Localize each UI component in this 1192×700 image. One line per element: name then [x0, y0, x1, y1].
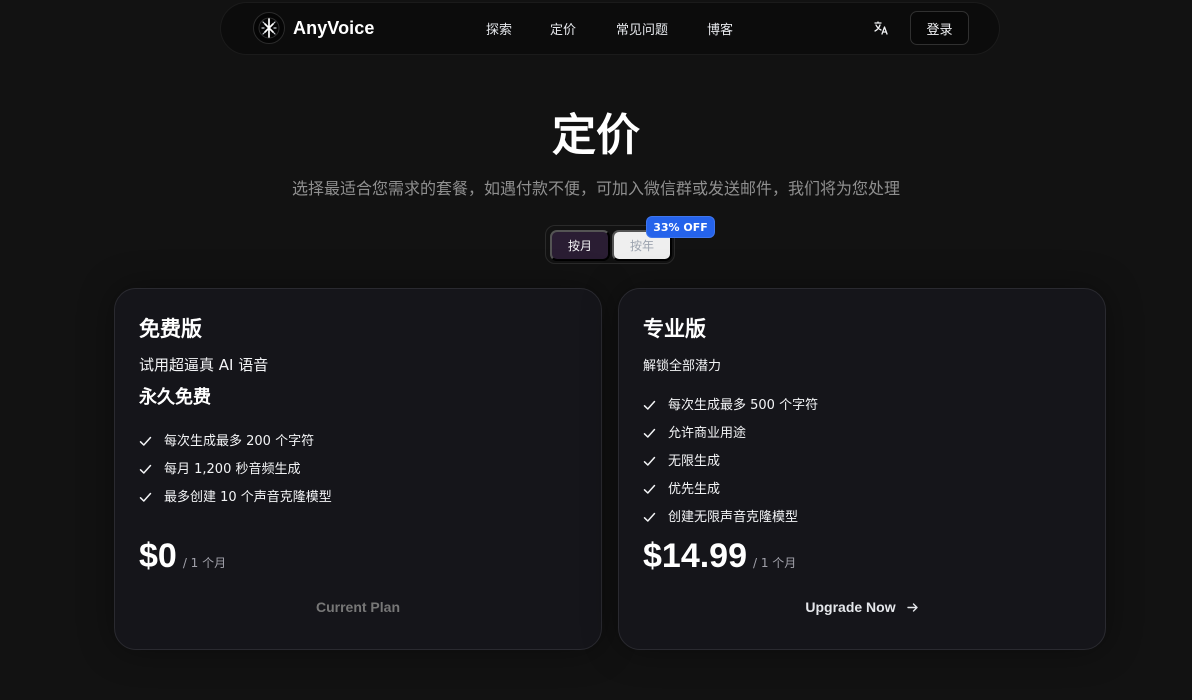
billing-period: / 1 个月	[182, 556, 227, 570]
login-button[interactable]: 登录	[910, 11, 969, 45]
top-navigation: AnyVoice 探索 定价 常见问题 博客 登录	[221, 3, 999, 54]
nav-blog[interactable]: 博客	[707, 19, 747, 38]
feature-item: 每次生成最多 500 个字符	[643, 391, 818, 419]
feature-label: 优先生成	[668, 481, 721, 497]
nav-faq[interactable]: 常见问题	[616, 19, 707, 38]
billing-period: / 1 个月	[753, 556, 797, 570]
feature-item: 优先生成	[643, 475, 818, 503]
check-icon	[643, 512, 656, 522]
monthly-billing-option[interactable]: 按月	[550, 230, 610, 261]
upgrade-now-button[interactable]: Upgrade Now	[619, 592, 1105, 622]
page-subtitle: 选择最适合您需求的套餐，如遇付款不便，可加入微信群或发送邮件，我们将为您处理	[291, 179, 900, 198]
feature-label: 无限生成	[668, 453, 721, 469]
upgrade-now-label: Upgrade Now	[805, 599, 896, 615]
price-row: $0 / 1 个月	[139, 536, 226, 576]
feature-item: 允许商业用途	[643, 419, 818, 447]
feature-item: 每次生成最多 200 个字符	[139, 427, 332, 455]
nav-pricing[interactable]: 定价	[550, 19, 616, 38]
current-plan-button[interactable]: Current Plan	[115, 592, 601, 622]
feature-label: 创建无限声音克隆模型	[668, 509, 799, 525]
feature-label: 最多创建 10 个声音克隆模型	[164, 489, 332, 505]
feature-label: 每次生成最多 200 个字符	[164, 433, 315, 449]
nav-explore[interactable]: 探索	[486, 19, 550, 38]
feature-label: 允许商业用途	[668, 425, 747, 441]
check-icon	[139, 492, 152, 502]
feature-label: 每月 1,200 秒音频生成	[164, 461, 301, 477]
feature-list: 每次生成最多 200 个字符 每月 1,200 秒音频生成 最多创建 10 个声…	[139, 427, 332, 511]
page-title: 定价	[552, 110, 640, 161]
brand[interactable]: AnyVoice	[253, 12, 375, 44]
main-navigation: 探索 定价 常见问题 博客	[486, 19, 747, 38]
yearly-discount-badge: 33% OFF	[646, 216, 715, 238]
feature-label: 每次生成最多 500 个字符	[668, 397, 819, 413]
plan-name: 免费版	[139, 317, 202, 341]
anyvoice-logo-icon	[253, 12, 285, 44]
check-icon	[643, 400, 656, 410]
translate-icon[interactable]	[873, 20, 889, 36]
plan-note: 永久免费	[139, 387, 211, 408]
feature-item: 每月 1,200 秒音频生成	[139, 455, 332, 483]
free-plan-card: 免费版 试用超逼真 AI 语音 永久免费 每次生成最多 200 个字符 每月 1…	[114, 288, 602, 650]
check-icon	[643, 456, 656, 466]
feature-item: 最多创建 10 个声音克隆模型	[139, 483, 332, 511]
check-icon	[139, 464, 152, 474]
check-icon	[139, 436, 152, 446]
plan-description: 解锁全部潜力	[643, 359, 722, 374]
arrow-right-icon	[906, 602, 918, 612]
feature-list: 每次生成最多 500 个字符 允许商业用途 无限生成 优先生成 创建无限声音克隆…	[643, 391, 818, 531]
feature-item: 无限生成	[643, 447, 818, 475]
price-row: $14.99 / 1 个月	[643, 536, 796, 576]
plan-price: $14.99	[643, 537, 747, 575]
feature-item: 创建无限声音克隆模型	[643, 503, 818, 531]
check-icon	[643, 484, 656, 494]
brand-name: AnyVoice	[293, 17, 375, 38]
plan-name: 专业版	[643, 317, 706, 341]
plan-description: 试用超逼真 AI 语音	[139, 356, 269, 374]
check-icon	[643, 428, 656, 438]
plan-price: $0	[139, 537, 177, 575]
pro-plan-card: 专业版 解锁全部潜力 每次生成最多 500 个字符 允许商业用途 无限生成 优先…	[618, 288, 1106, 650]
